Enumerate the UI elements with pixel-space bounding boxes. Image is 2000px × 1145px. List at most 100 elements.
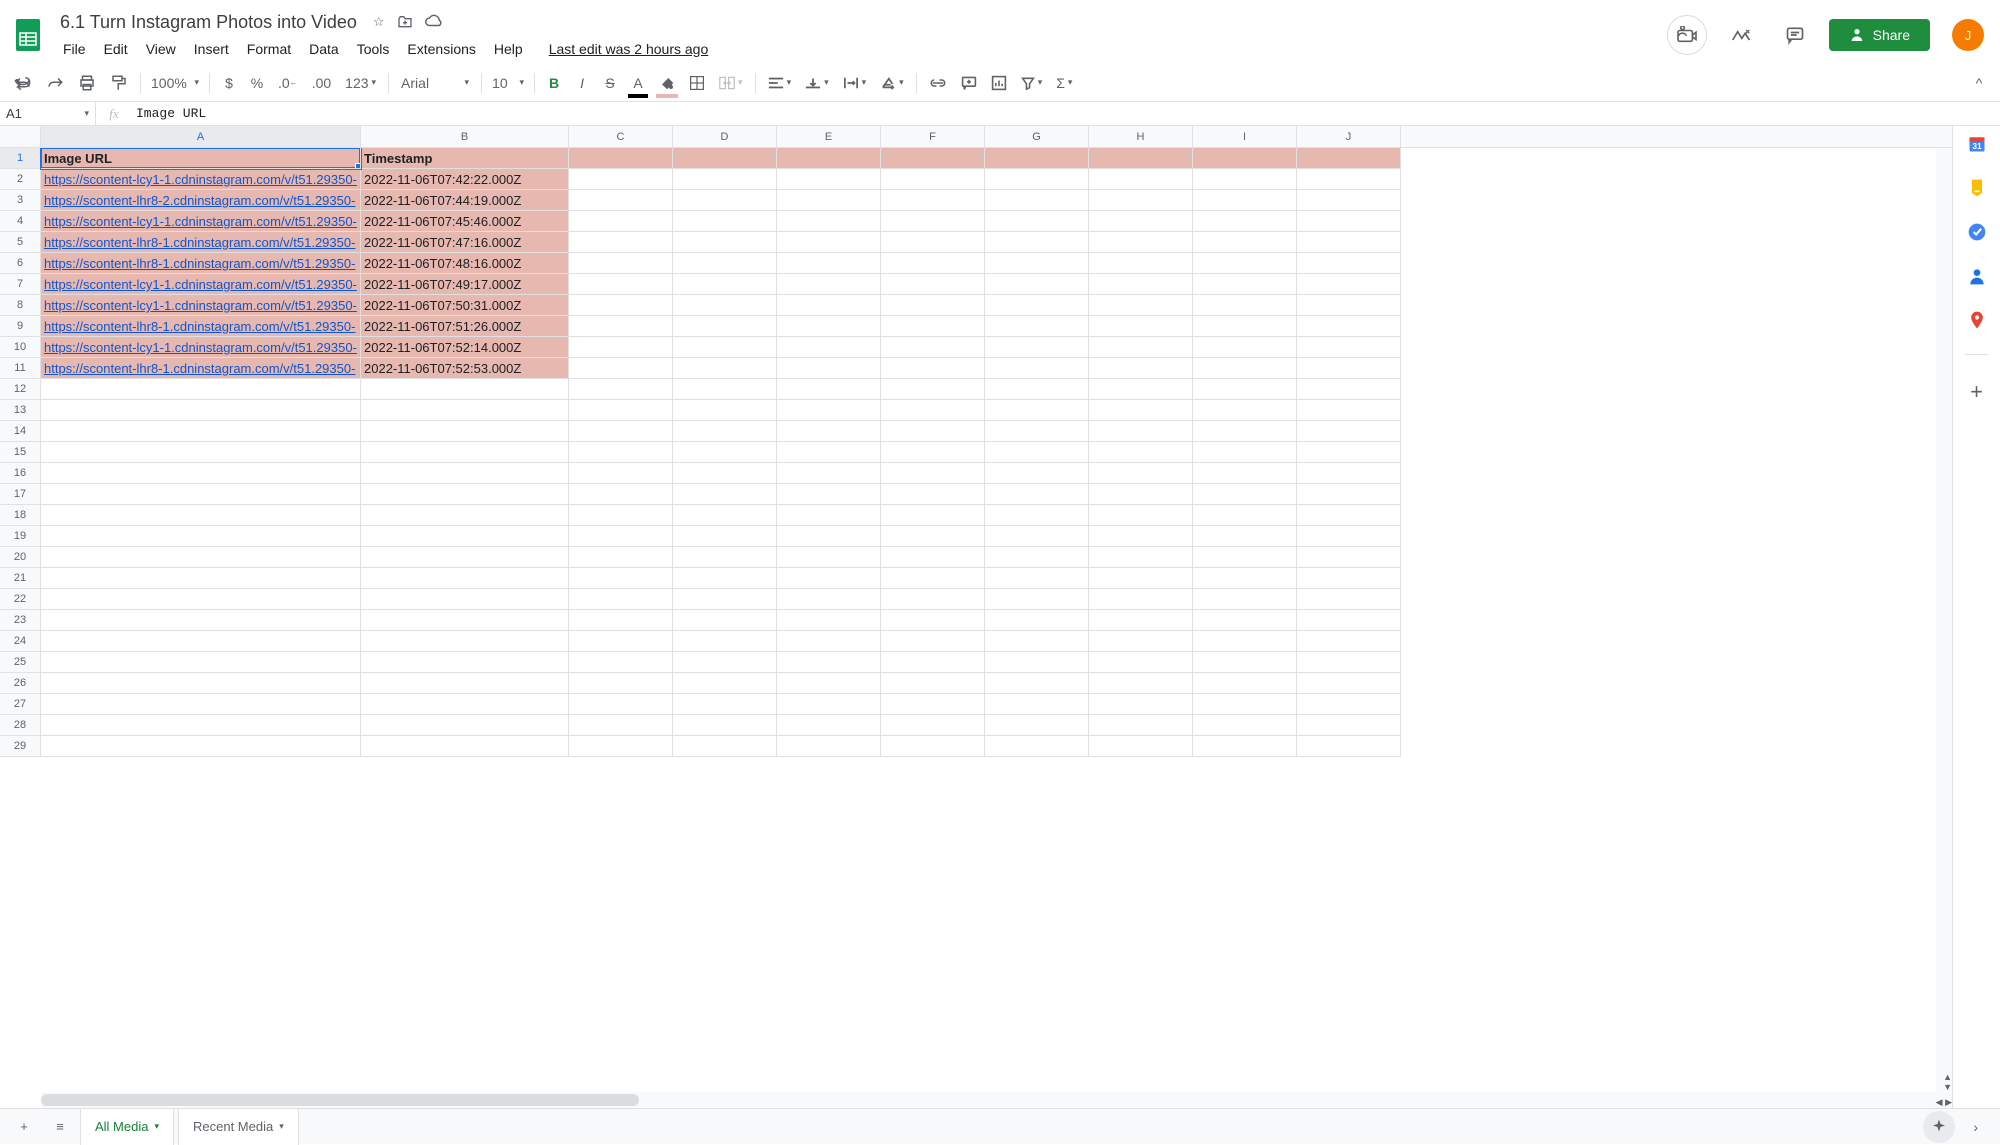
cell[interactable]: Image URL (41, 148, 361, 169)
cell[interactable] (673, 421, 777, 442)
cell[interactable] (1193, 442, 1297, 463)
cell[interactable] (1089, 274, 1193, 295)
cell[interactable] (1193, 274, 1297, 295)
cell[interactable]: https://scontent-lcy1-1.cdninstagram.com… (41, 295, 361, 316)
menu-edit[interactable]: Edit (97, 37, 135, 61)
format-percent-icon[interactable]: % (244, 70, 270, 96)
row-header[interactable]: 16 (0, 463, 41, 484)
cell[interactable]: https://scontent-lhr8-1.cdninstagram.com… (41, 358, 361, 379)
cell[interactable] (361, 736, 569, 757)
cell[interactable] (985, 694, 1089, 715)
cell[interactable] (881, 610, 985, 631)
add-addons-icon[interactable]: + (1967, 379, 1987, 399)
cell[interactable] (569, 505, 673, 526)
col-header-d[interactable]: D (673, 126, 777, 147)
cell[interactable] (673, 526, 777, 547)
cell[interactable] (777, 484, 881, 505)
cell[interactable] (41, 400, 361, 421)
cell[interactable] (777, 736, 881, 757)
cell[interactable] (1089, 148, 1193, 169)
cell[interactable] (1089, 715, 1193, 736)
cell[interactable] (1297, 442, 1401, 463)
tasks-app-icon[interactable] (1967, 222, 1987, 242)
row-header[interactable]: 10 (0, 337, 41, 358)
cell[interactable] (1297, 610, 1401, 631)
cell[interactable] (777, 421, 881, 442)
cell[interactable] (1193, 337, 1297, 358)
cell[interactable] (673, 253, 777, 274)
cell[interactable] (41, 631, 361, 652)
cell[interactable] (881, 211, 985, 232)
cell[interactable] (1297, 190, 1401, 211)
cell[interactable] (673, 442, 777, 463)
cloud-status-icon[interactable] (425, 14, 443, 30)
cell[interactable] (673, 589, 777, 610)
text-color-button[interactable]: A (625, 70, 651, 96)
cell[interactable] (1297, 505, 1401, 526)
cell[interactable] (1089, 736, 1193, 757)
cell[interactable] (361, 589, 569, 610)
filter-button[interactable] (1015, 70, 1049, 96)
cell[interactable] (1193, 211, 1297, 232)
cell[interactable] (985, 190, 1089, 211)
cell[interactable] (777, 505, 881, 526)
cell[interactable] (361, 673, 569, 694)
cell[interactable] (1089, 526, 1193, 547)
cell[interactable] (41, 505, 361, 526)
cell[interactable] (881, 232, 985, 253)
cell[interactable]: https://scontent-lhr8-2.cdninstagram.com… (41, 190, 361, 211)
cell[interactable] (41, 421, 361, 442)
cell[interactable]: 2022-11-06T07:52:14.000Z (361, 337, 569, 358)
spreadsheet-grid[interactable]: A B C D E F G H I J 1Image URLTimestamp2… (0, 126, 1952, 1108)
cell[interactable] (777, 253, 881, 274)
cell[interactable] (777, 526, 881, 547)
cell[interactable] (881, 463, 985, 484)
cell[interactable] (361, 505, 569, 526)
cell[interactable] (777, 274, 881, 295)
borders-button[interactable] (683, 70, 711, 96)
cell[interactable] (881, 652, 985, 673)
cell[interactable]: https://scontent-lcy1-1.cdninstagram.com… (41, 337, 361, 358)
cell[interactable] (1297, 295, 1401, 316)
cell[interactable] (1193, 295, 1297, 316)
cell[interactable] (1193, 568, 1297, 589)
cell[interactable] (1089, 631, 1193, 652)
cell[interactable] (1297, 568, 1401, 589)
cell[interactable] (41, 484, 361, 505)
cell[interactable] (985, 442, 1089, 463)
cell[interactable] (777, 547, 881, 568)
cell[interactable] (985, 505, 1089, 526)
cell[interactable] (1089, 400, 1193, 421)
cell[interactable] (569, 358, 673, 379)
font-size-dropdown[interactable]: 10 (488, 70, 528, 96)
row-header[interactable]: 4 (0, 211, 41, 232)
cell[interactable]: 2022-11-06T07:47:16.000Z (361, 232, 569, 253)
menu-view[interactable]: View (139, 37, 183, 61)
cell[interactable] (881, 253, 985, 274)
cell[interactable] (1193, 232, 1297, 253)
undo-icon[interactable] (8, 70, 38, 96)
cell[interactable] (569, 715, 673, 736)
cell[interactable]: https://scontent-lcy1-1.cdninstagram.com… (41, 211, 361, 232)
cell[interactable] (777, 232, 881, 253)
cell[interactable] (985, 610, 1089, 631)
cell[interactable] (1193, 379, 1297, 400)
cell[interactable] (1193, 190, 1297, 211)
cell[interactable]: 2022-11-06T07:44:19.000Z (361, 190, 569, 211)
cell[interactable] (1297, 589, 1401, 610)
cell[interactable] (1297, 736, 1401, 757)
cell[interactable] (1193, 736, 1297, 757)
cell[interactable] (1089, 568, 1193, 589)
comments-icon[interactable] (1775, 15, 1815, 55)
cell[interactable] (1193, 610, 1297, 631)
cell[interactable] (1297, 337, 1401, 358)
cell[interactable] (1193, 421, 1297, 442)
cell[interactable] (1089, 463, 1193, 484)
cell[interactable] (361, 379, 569, 400)
decrease-decimal-icon[interactable]: .0← (272, 70, 304, 96)
cell[interactable]: https://scontent-lhr8-1.cdninstagram.com… (41, 232, 361, 253)
cell[interactable] (569, 694, 673, 715)
cell[interactable] (881, 274, 985, 295)
row-header[interactable]: 11 (0, 358, 41, 379)
text-rotation-button[interactable] (874, 70, 910, 96)
